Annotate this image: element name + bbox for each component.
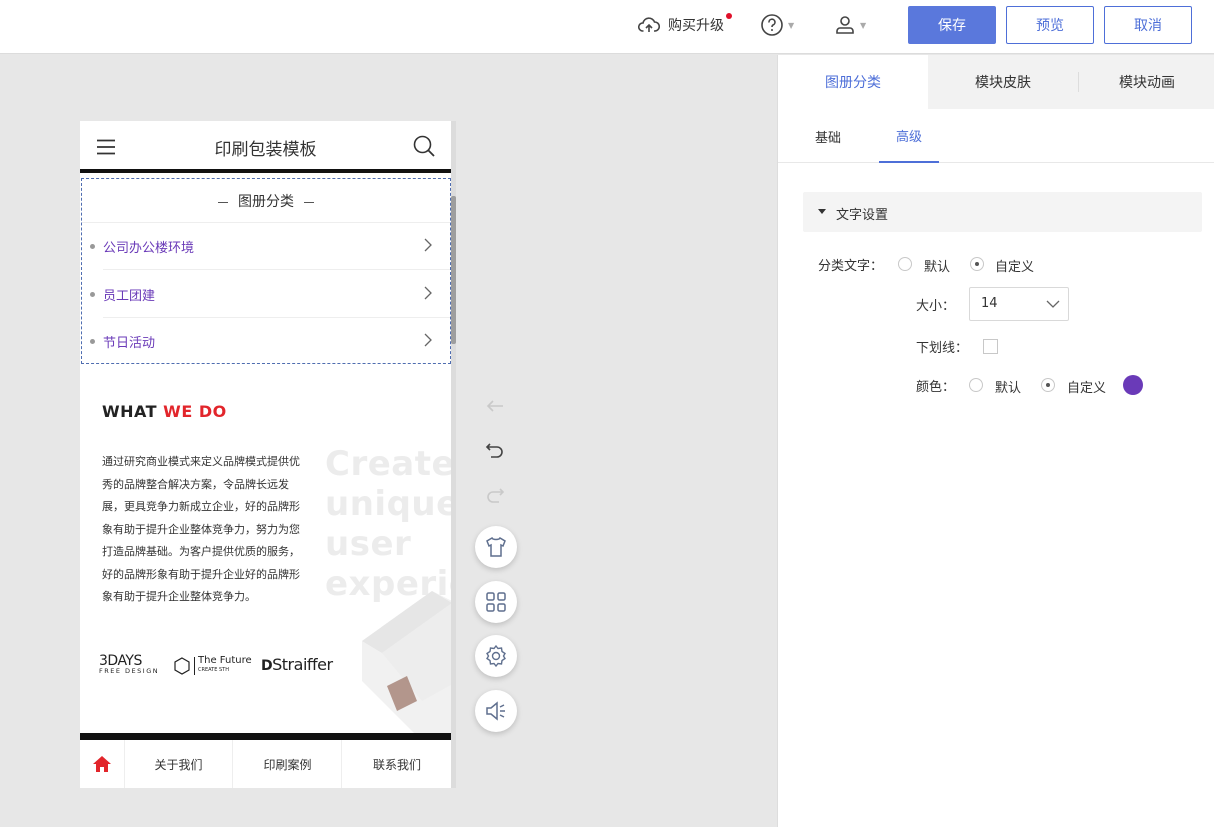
- decorative-background-text: Create unique user experience: [325, 444, 456, 604]
- text-custom-label: 自定义: [995, 260, 1035, 275]
- chevron-right-icon: [424, 238, 432, 256]
- subtab-basic[interactable]: 基础: [798, 109, 858, 163]
- color-default-label: 默认: [995, 381, 1022, 396]
- chevron-down-icon: [1046, 298, 1060, 313]
- category-item[interactable]: 公司办公楼环境: [82, 223, 450, 270]
- package-box-image: [362, 591, 456, 741]
- text-default-label: 默认: [924, 260, 951, 275]
- logo-3days: 3DAYS FREE DESIGN: [99, 653, 160, 675]
- home-icon: [92, 755, 112, 773]
- nav-cases[interactable]: 印刷案例: [234, 740, 342, 788]
- settings-button[interactable]: [475, 635, 517, 677]
- category-label: 节日活动: [103, 336, 156, 351]
- color-custom-radio[interactable]: [1041, 378, 1055, 392]
- shirt-icon: [485, 537, 507, 557]
- save-button[interactable]: 保存: [908, 6, 996, 44]
- tab-animation[interactable]: 模块动画: [1078, 72, 1214, 92]
- gear-icon: [485, 645, 507, 667]
- category-module[interactable]: 图册分类 公司办公楼环境 员工团建 节日活动: [81, 178, 451, 364]
- modules-button[interactable]: [475, 581, 517, 623]
- chevron-down-icon: ▼: [788, 20, 795, 30]
- font-size-select[interactable]: 14: [969, 287, 1069, 321]
- upgrade-label: 购买升级: [668, 18, 724, 34]
- preview-header: 印刷包装模板: [80, 121, 451, 173]
- text-settings-header[interactable]: 文字设置: [803, 192, 1202, 232]
- announcement-button[interactable]: [475, 690, 517, 732]
- user-menu[interactable]: ▼: [834, 0, 866, 50]
- arrow-left-icon[interactable]: [485, 398, 505, 418]
- skin-button[interactable]: [475, 526, 517, 568]
- color-label: 颜色：: [916, 380, 956, 395]
- category-label: 员工团建: [103, 289, 156, 304]
- subtab-advanced[interactable]: 高级: [879, 109, 939, 163]
- bottom-navigation: 关于我们 印刷案例 联系我们: [80, 733, 451, 788]
- question-icon: [760, 13, 784, 37]
- color-custom-label: 自定义: [1067, 381, 1107, 396]
- mobile-preview: 印刷包装模板 图册分类 公司办公楼环境 员工团建 节日活动 Create uni…: [80, 121, 456, 788]
- undo-icon[interactable]: [485, 442, 505, 464]
- category-item[interactable]: 节日活动: [82, 318, 450, 365]
- tab-category[interactable]: 图册分类: [778, 55, 928, 109]
- user-icon: [834, 14, 856, 36]
- nav-home[interactable]: [80, 740, 125, 788]
- chevron-right-icon: [424, 286, 432, 304]
- chevron-right-icon: [424, 333, 432, 351]
- panel-tabs: 图册分类 模块皮肤 模块动画: [778, 55, 1214, 109]
- caret-down-icon: [818, 209, 826, 214]
- help-menu[interactable]: ▼: [760, 0, 794, 50]
- tab-skin[interactable]: 模块皮肤: [928, 55, 1078, 109]
- text-default-radio[interactable]: [898, 257, 912, 271]
- top-toolbar: 购买升级 ▼ ▼ 保存 预览 取消: [0, 0, 1214, 54]
- text-custom-radio[interactable]: [970, 257, 984, 271]
- search-icon[interactable]: [413, 135, 435, 161]
- partner-logos: 3DAYS FREE DESIGN The Future CREATE STH …: [99, 653, 333, 675]
- category-text-label: 分类文字：: [818, 259, 884, 274]
- category-label: 公司办公楼环境: [103, 241, 195, 256]
- category-item[interactable]: 员工团建: [82, 271, 450, 318]
- redo-icon[interactable]: [485, 487, 505, 509]
- notification-dot: [726, 13, 732, 19]
- category-title: 图册分类: [82, 191, 450, 211]
- cloud-upload-icon: [638, 16, 660, 34]
- grid-icon: [486, 592, 506, 612]
- color-swatch[interactable]: [1123, 375, 1143, 395]
- panel-subtabs: 基础 高级: [778, 109, 1214, 163]
- cancel-button[interactable]: 取消: [1104, 6, 1192, 44]
- section-heading: WHAT WE DO: [102, 402, 227, 421]
- intro-paragraph: 通过研究商业模式来定义品牌模式提供优 秀的品牌整合解决方案，令品牌长远发 展，更…: [102, 455, 300, 603]
- underline-checkbox[interactable]: [983, 339, 998, 354]
- preview-scrollbar[interactable]: [451, 121, 456, 788]
- logo-straiffer: DStraiffer: [261, 655, 333, 674]
- settings-panel: 图册分类 模块皮肤 模块动画 基础 高级 文字设置 分类文字： 默认 自定义 大…: [777, 55, 1214, 827]
- underline-label: 下划线：: [916, 341, 969, 356]
- color-default-radio[interactable]: [969, 378, 983, 392]
- nav-about[interactable]: 关于我们: [125, 740, 233, 788]
- chevron-down-icon: ▼: [860, 20, 867, 30]
- preview-title: 印刷包装模板: [214, 140, 317, 160]
- upgrade-link[interactable]: 购买升级: [638, 0, 732, 50]
- preview-button[interactable]: 预览: [1006, 6, 1094, 44]
- nav-contact[interactable]: 联系我们: [343, 740, 451, 788]
- size-label: 大小：: [916, 299, 956, 314]
- megaphone-icon: [485, 701, 507, 721]
